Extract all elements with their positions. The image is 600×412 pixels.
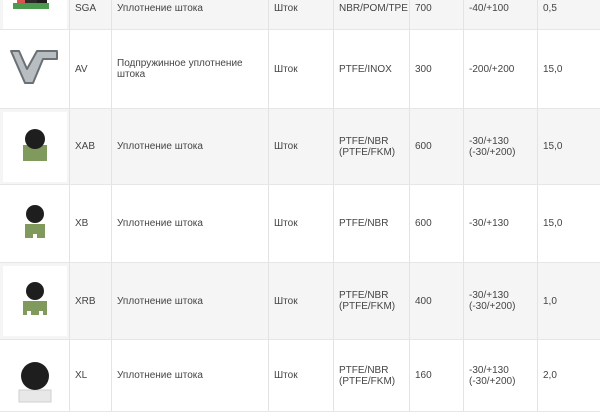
speed-cell: 15,0 [543, 63, 563, 75]
type-cell: Шток [269, 185, 334, 262]
type-cell: Шток [269, 30, 334, 108]
image-cell [0, 30, 70, 108]
code-cell: XAB [70, 109, 112, 184]
code-cell: XRB [70, 263, 112, 339]
material-cell: PTFE/NBR (PTFE/FKM) [334, 340, 410, 411]
material-cell: PTFE/INOX [334, 30, 410, 108]
speed-cell: 0,5 [543, 3, 557, 14]
code-cell: XL [70, 340, 112, 411]
description-cell: Уплотнение штока [112, 109, 269, 184]
temperature-cell: -30/+130 (-30/+200) [464, 263, 538, 339]
pressure-cell: 300 [410, 30, 464, 108]
speed-cell: 2,0 [543, 370, 557, 381]
table-row: AV Подпружинное уплотнение штока Шток PT… [0, 30, 600, 109]
material-cell: NBR/POM/TPE [334, 0, 410, 29]
sga-profile-icon [3, 0, 67, 29]
temperature-cell: -40/+100 [464, 0, 538, 29]
description-cell: Подпружинное уплотнение штока [112, 30, 269, 108]
material-cell: PTFE/NBR (PTFE/FKM) [334, 263, 410, 339]
table-row: SGA Уплотнение штока Шток NBR/POM/TPE 70… [0, 0, 600, 30]
type-cell: Шток [269, 0, 334, 29]
table-row: XL Уплотнение штока Шток PTFE/NBR (PTFE/… [0, 340, 600, 412]
speed-cell: 1,0 [543, 295, 557, 307]
code-cell: XB [70, 185, 112, 262]
pressure-cell: 160 [410, 340, 464, 411]
table-row: XB Уплотнение штока Шток PTFE/NBR 600 -3… [0, 185, 600, 263]
type-cell: Шток [269, 263, 334, 339]
table-row: XRB Уплотнение штока Шток PTFE/NBR (PTFE… [0, 263, 600, 340]
type-cell: Шток [269, 340, 334, 411]
pressure-cell: 600 [410, 185, 464, 262]
description-cell: Уплотнение штока [112, 0, 269, 29]
material-cell: PTFE/NBR [334, 185, 410, 262]
image-cell [0, 263, 70, 339]
pressure-cell: 400 [410, 263, 464, 339]
xb-profile-icon [3, 188, 67, 259]
speed-cell: 15,0 [543, 218, 563, 229]
code-cell: AV [70, 30, 112, 108]
image-cell [0, 109, 70, 184]
image-cell [0, 340, 70, 411]
av-profile-icon [3, 34, 67, 104]
temperature-cell: -30/+130 (-30/+200) [464, 109, 538, 184]
pressure-cell: 600 [410, 109, 464, 184]
description-cell: Уплотнение штока [112, 340, 269, 411]
temperature-cell: -30/+130 [464, 185, 538, 262]
seal-table: SGA Уплотнение штока Шток NBR/POM/TPE 70… [0, 0, 600, 412]
description-cell: Уплотнение штока [112, 263, 269, 339]
xl-profile-icon [3, 343, 67, 408]
xrb-profile-icon [3, 266, 67, 336]
speed-cell: 15,0 [543, 141, 563, 152]
xab-profile-icon [3, 111, 67, 182]
type-cell: Шток [269, 109, 334, 184]
image-cell [0, 185, 70, 262]
material-cell: PTFE/NBR (PTFE/FKM) [334, 109, 410, 184]
table-row: XAB Уплотнение штока Шток PTFE/NBR (PTFE… [0, 109, 600, 185]
description-cell: Уплотнение штока [112, 185, 269, 262]
code-cell: SGA [70, 0, 112, 29]
temperature-cell: -30/+130 (-30/+200) [464, 340, 538, 411]
pressure-cell: 700 [410, 0, 464, 29]
temperature-cell: -200/+200 [464, 30, 538, 108]
image-cell [0, 0, 70, 29]
